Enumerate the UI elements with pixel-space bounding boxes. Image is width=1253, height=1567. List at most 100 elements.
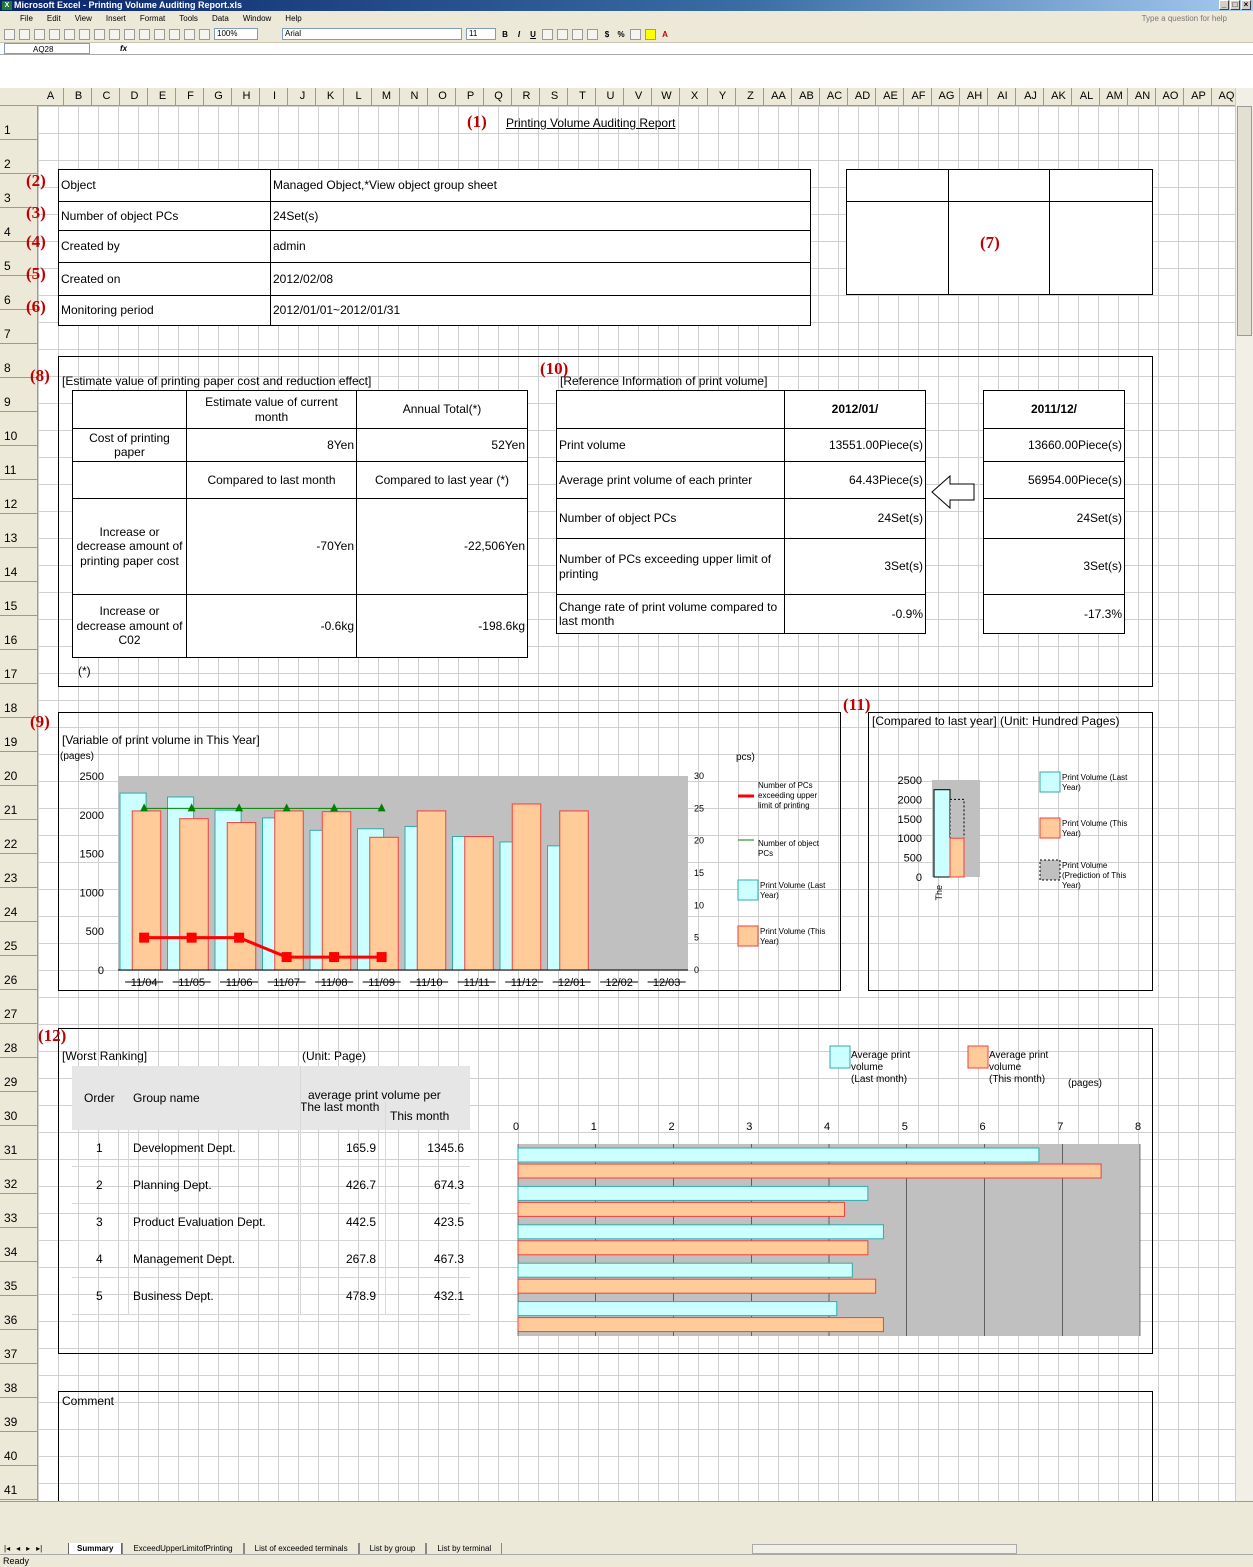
- reference-prev-header: 2011/12/: [983, 390, 1125, 429]
- first-sheet-icon[interactable]: |◂: [4, 1544, 10, 1553]
- reference-current-value: -0.9%: [784, 594, 926, 634]
- bar-this-month: [517, 1163, 1102, 1179]
- bar-this-month: [517, 1240, 869, 1256]
- reference-prev-value: -17.3%: [983, 594, 1125, 634]
- ranking-order: 1: [96, 1141, 103, 1155]
- ranking-last-month: 426.7: [345, 1178, 376, 1192]
- co2-change-year: -198.6kg: [356, 594, 528, 658]
- bar-last-month: [517, 1185, 869, 1201]
- marker-square: [281, 952, 292, 963]
- info-marker: (4): [26, 232, 46, 251]
- y-tick-label: 2000: [80, 810, 104, 822]
- last-sheet-icon[interactable]: ▸|: [36, 1544, 42, 1553]
- bar-this-year: [321, 811, 352, 971]
- y-tick-label: 1500: [80, 849, 104, 861]
- ranking-divider-2: [300, 1066, 301, 1315]
- approval-stamp-3[interactable]: [1049, 201, 1153, 295]
- estimate-footnote: (*): [78, 664, 91, 678]
- approval-stamp-1[interactable]: [846, 201, 949, 295]
- axis-unit-label: (pages): [1068, 1078, 1102, 1089]
- group-ranking-chart: 0 1 2 3 4 5 6 7 8 Average print volume (Last month)…: [513, 1045, 1141, 1336]
- marker-12: (12): [38, 1026, 67, 1045]
- approval-cell-3[interactable]: [1049, 169, 1153, 202]
- prev-sheet-icon[interactable]: ◂: [16, 1544, 20, 1553]
- legend-swatch: [1039, 859, 1061, 881]
- horizontal-scrollbar[interactable]: [752, 1544, 1017, 1554]
- group-header: Group name: [133, 1091, 200, 1105]
- approval-cell-2[interactable]: [948, 169, 1050, 202]
- reference-title: [Reference Information of print volume]: [560, 374, 768, 388]
- reference-row-label: Print volume: [556, 428, 785, 462]
- approval-cell-1[interactable]: [846, 169, 949, 202]
- marker-1: (1): [467, 112, 487, 131]
- bar-last-month: [517, 1301, 838, 1317]
- paper-cost-change-month: -70Yen: [186, 498, 357, 595]
- marker-11: (11): [843, 695, 871, 714]
- bar-this-year: [369, 836, 399, 971]
- x-tick-label: 11/05: [178, 977, 205, 989]
- bar-this-year: [226, 822, 257, 971]
- x-tick-label: 1: [591, 1121, 597, 1133]
- y-tick-label: 2500: [80, 771, 104, 783]
- ranking-last-month: 478.9: [345, 1289, 376, 1303]
- marker-square: [329, 952, 340, 963]
- ranking-last-month: 442.5: [345, 1215, 376, 1229]
- marker-9: (9): [30, 712, 50, 731]
- ranking-this-month: 432.1: [433, 1289, 464, 1303]
- co2-change-month: -0.6kg: [186, 594, 357, 658]
- marker-8: (8): [30, 366, 50, 385]
- legend-label-last-year: Print Volume (Last Year): [760, 881, 826, 900]
- paper-cost-change-label: Increase or decrease amount of printing …: [72, 498, 187, 595]
- info-marker: (5): [26, 264, 46, 283]
- worst-ranking-unit: (Unit: Page): [302, 1049, 367, 1063]
- x-tick-label: 11/09: [368, 977, 395, 989]
- x-tick-label: 3: [746, 1121, 752, 1133]
- co2-change-label: Increase or decrease amount of C02: [72, 594, 187, 658]
- y-tick-label: 1500: [898, 814, 922, 826]
- info-value[interactable]: admin: [270, 230, 811, 263]
- yearly-chart-title: [Compared to last year] (Unit: Hundred P…: [872, 714, 1120, 728]
- bar-this-year: [559, 810, 589, 971]
- x-tick-label: 11/07: [273, 977, 300, 989]
- worst-ranking-title: [Worst Ranking]: [62, 1049, 148, 1063]
- legend-swatch-last-year: [737, 879, 759, 901]
- info-value[interactable]: 2012/01/01~2012/01/31: [270, 295, 811, 326]
- legend-label: Print Volume (Last Year): [1062, 773, 1128, 792]
- reference-prev-value: 56954.00Piece(s): [983, 461, 1125, 499]
- info-value[interactable]: Managed Object,*View object group sheet: [270, 169, 811, 202]
- y-tick-label: 1000: [80, 887, 104, 899]
- x-tick-label: 11/11: [464, 977, 490, 989]
- legend-swatch-this-month: [967, 1045, 989, 1069]
- info-value[interactable]: 2012/02/08: [270, 262, 811, 296]
- x-tick-label: 11/06: [226, 977, 253, 989]
- y2-tick-label: 20: [694, 836, 704, 846]
- ranking-last-month: 267.8: [345, 1252, 376, 1266]
- comment-frame[interactable]: [58, 1391, 1153, 1505]
- cost-current-value: 8Yen: [186, 428, 357, 462]
- x-tick-label: 11/12: [511, 977, 538, 989]
- estimate-corner-cell: [72, 390, 187, 429]
- compare-corner-cell: [72, 461, 187, 499]
- info-label: Created on: [58, 262, 271, 296]
- comment-label: Comment: [62, 1394, 115, 1408]
- legend-label: Print Volume (This Year): [1062, 819, 1127, 838]
- info-marker: (6): [26, 297, 46, 316]
- info-label: Object: [58, 169, 271, 202]
- report-title: Printing Volume Auditing Report: [506, 116, 676, 130]
- info-value[interactable]: 24Set(s): [270, 201, 811, 231]
- reference-row-label: Change rate of print volume compared to …: [556, 594, 785, 634]
- ranking-divider-1: [128, 1130, 129, 1315]
- info-marker: (2): [26, 171, 46, 190]
- y-tick-label: 0: [916, 872, 922, 884]
- tab-nav-buttons[interactable]: |◂ ◂ ▸ ▸|: [4, 1544, 42, 1553]
- this-month-header: This month: [390, 1109, 450, 1123]
- arrow-left-icon: [931, 474, 975, 510]
- reference-current-value: 13551.00Piece(s): [784, 428, 926, 462]
- ranking-this-month: 1345.6: [427, 1141, 464, 1155]
- ranking-group: Management Dept.: [133, 1252, 236, 1266]
- next-sheet-icon[interactable]: ▸: [26, 1544, 30, 1553]
- y-tick-label: 500: [904, 853, 922, 865]
- compare-month-header: Compared to last month: [186, 461, 357, 499]
- legend-label: Print Volume (Prediction of This Year): [1062, 861, 1126, 890]
- estimate-annual-header: Annual Total(*): [356, 390, 528, 429]
